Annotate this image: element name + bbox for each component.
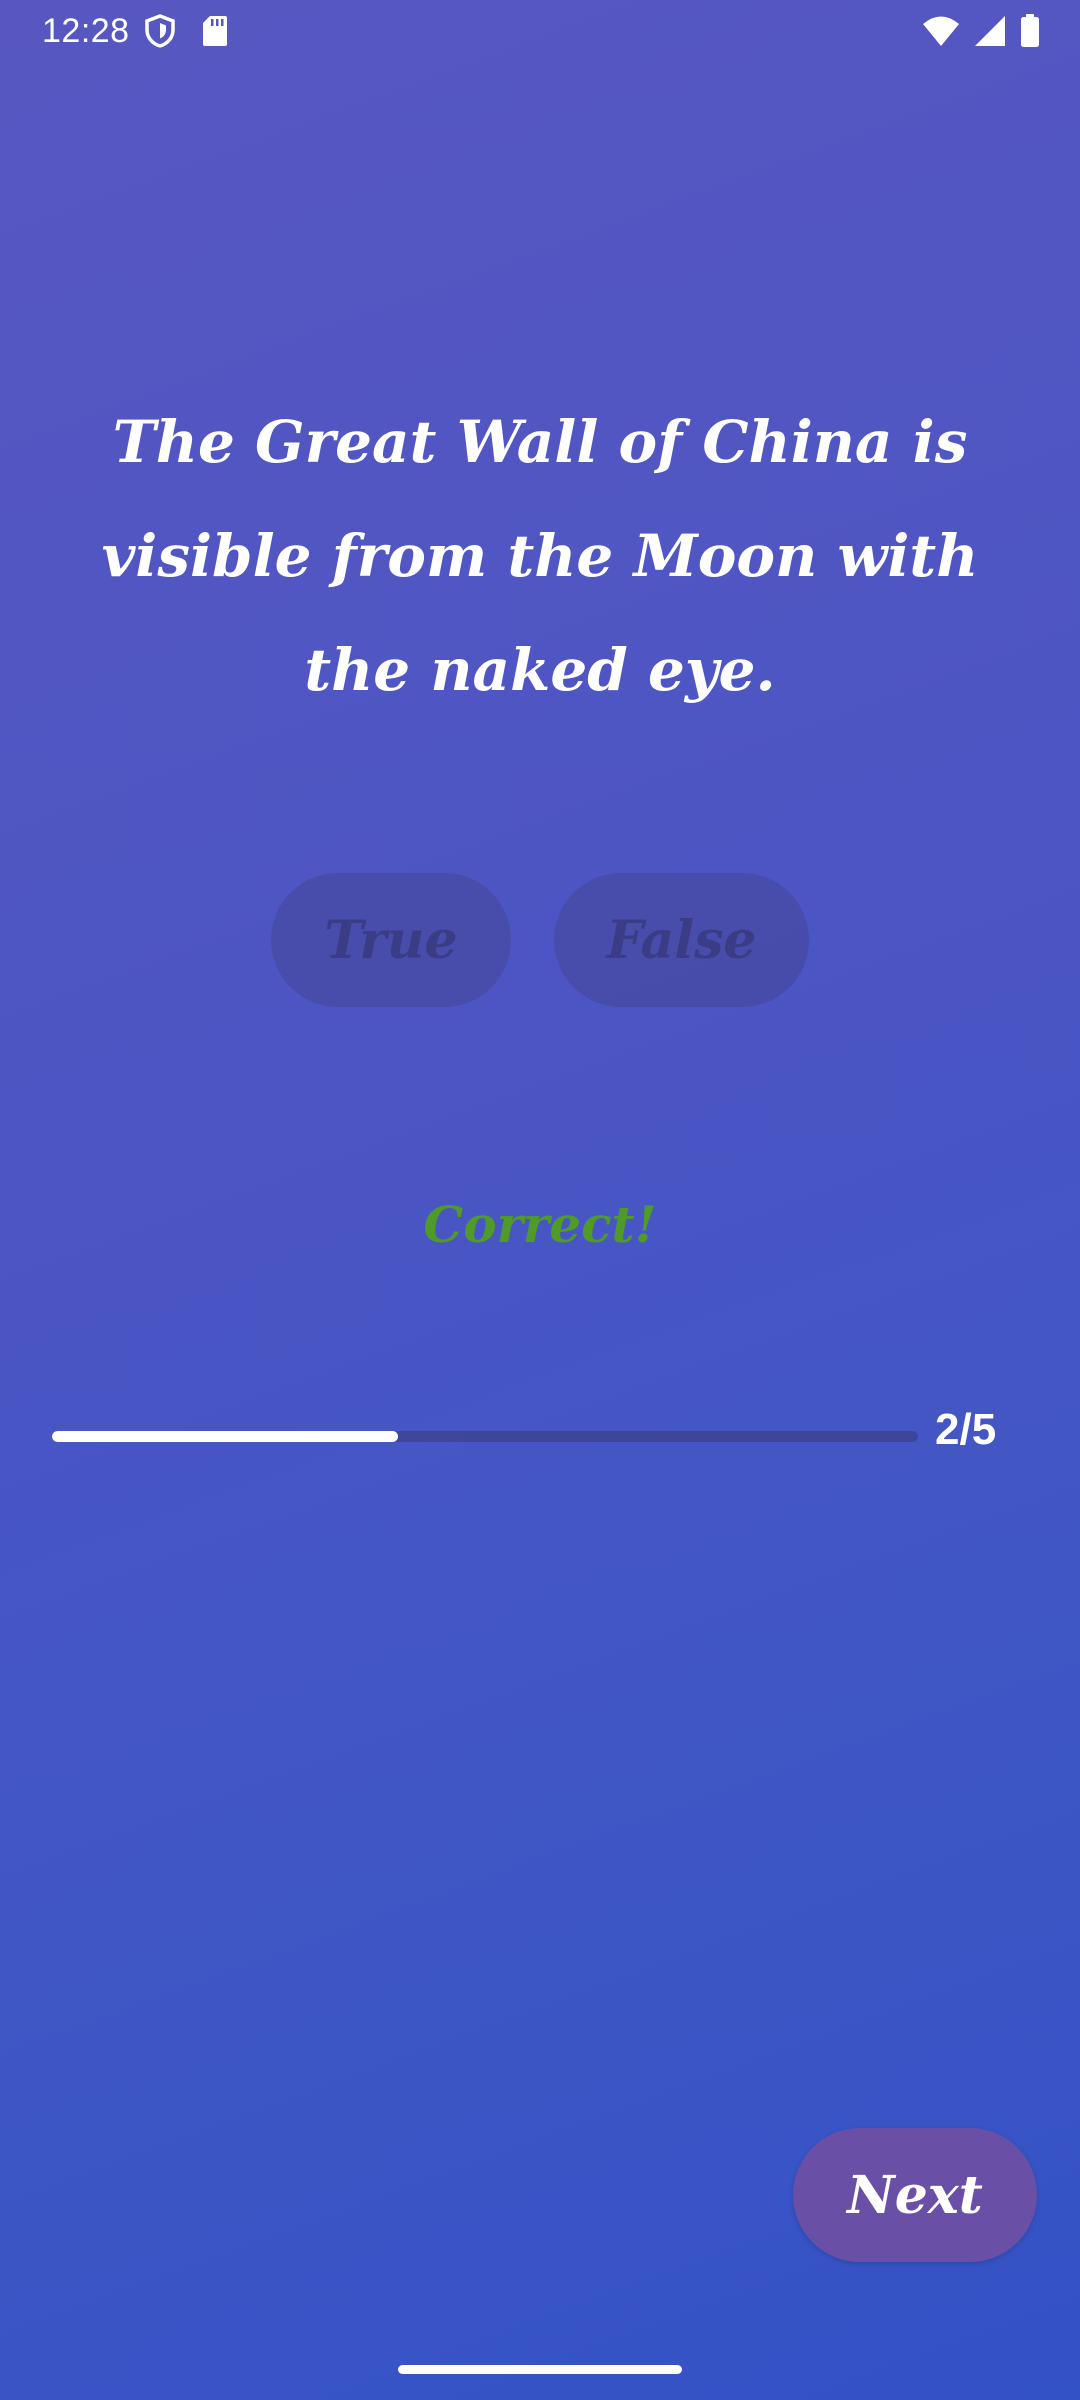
shield-icon [144,14,176,48]
gesture-nav-handle[interactable] [398,2365,682,2374]
status-bar: 12:28 [0,0,1080,62]
battery-icon [1020,14,1040,48]
status-left: 12:28 [42,12,228,51]
progress-bar [52,1431,918,1442]
status-right [922,14,1040,48]
progress-label: 2/5 [935,1405,997,1454]
signal-icon [974,15,1006,47]
next-button[interactable]: Next [793,2128,1037,2262]
sd-card-icon [202,15,228,47]
true-button[interactable]: True [271,873,511,1007]
question-text: The Great Wall of China is visible from … [101,408,979,704]
answer-options: True False [0,873,1080,1007]
status-time: 12:28 [42,11,130,50]
feedback-text: Correct! [423,1195,657,1254]
progress-fill [52,1431,399,1442]
false-button[interactable]: False [554,873,809,1007]
wifi-icon [922,15,960,47]
